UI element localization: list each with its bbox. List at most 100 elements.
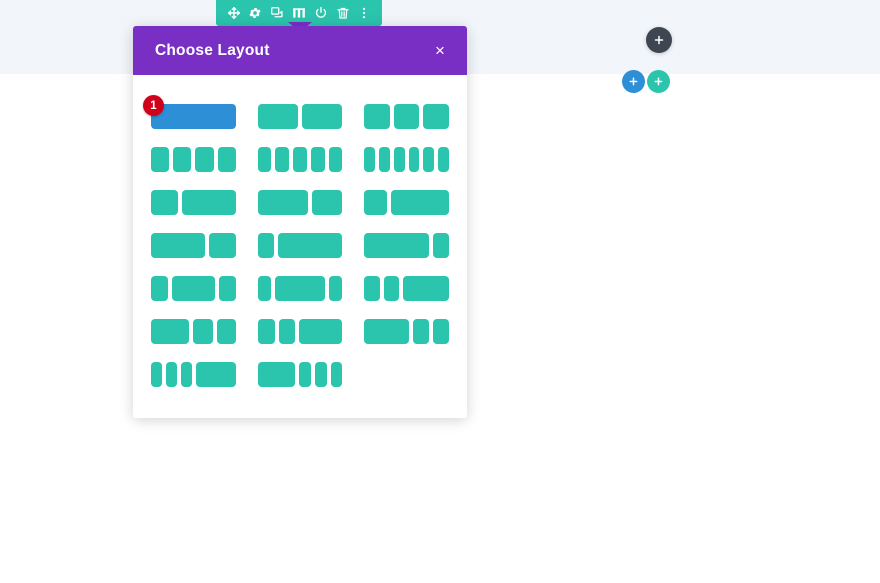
- layout-option-2-3__1-3[interactable]: [151, 224, 236, 267]
- layout-column-block: [364, 276, 380, 301]
- layout-column-block: [393, 147, 405, 172]
- layout-column-block: [208, 233, 236, 258]
- layout-column-block: [438, 147, 450, 172]
- layout-option-1-4__1-2__1-4[interactable]: [151, 267, 236, 310]
- layout-column-block: [193, 319, 213, 344]
- layout-option-6-col[interactable]: [364, 138, 450, 181]
- selected-layout-badge: 1: [143, 95, 164, 116]
- columns-layout-icon[interactable]: [291, 6, 306, 21]
- layout-column-block: [432, 233, 449, 258]
- choose-layout-modal: Choose Layout × 1: [133, 26, 467, 418]
- layout-preview: [364, 147, 450, 172]
- layout-column-block: [328, 147, 343, 172]
- layout-column-block: [379, 147, 390, 172]
- layout-option-4-5__1-5[interactable]: [364, 224, 449, 267]
- layout-column-block: [364, 104, 390, 129]
- layout-column-block: [330, 362, 343, 387]
- layout-option-1-col[interactable]: 1: [143, 95, 236, 138]
- power-icon[interactable]: [313, 6, 328, 21]
- layout-option-1-5__1-5__3-5[interactable]: [364, 267, 449, 310]
- layout-option-3x1-6__1-2[interactable]: [151, 353, 236, 396]
- layout-preview: [364, 104, 449, 129]
- layout-column-block: [364, 190, 387, 215]
- layout-column-block: [257, 319, 275, 344]
- layout-preview: [257, 362, 343, 387]
- close-icon[interactable]: ×: [431, 42, 449, 60]
- layout-option-3-5__2-5[interactable]: [257, 181, 343, 224]
- layout-column-block: [293, 147, 307, 172]
- layout-column-block: [412, 319, 429, 344]
- layout-column-block: [257, 190, 308, 215]
- layout-column-block: [217, 147, 236, 172]
- layout-preview: [151, 276, 236, 301]
- layout-column-block: [275, 147, 290, 172]
- layout-option-1-5__3-5__1-5[interactable]: [257, 267, 343, 310]
- layout-preview: [151, 319, 236, 344]
- layout-column-block: [180, 362, 192, 387]
- layout-column-block: [151, 147, 170, 172]
- layout-preview: [151, 362, 236, 387]
- layout-column-block: [218, 276, 236, 301]
- layout-column-block: [277, 233, 343, 258]
- layout-column-block: [165, 362, 177, 387]
- layout-option-1-3__2-3[interactable]: [151, 181, 236, 224]
- layout-option-1-4__3-4[interactable]: [364, 181, 449, 224]
- layout-column-block: [151, 233, 205, 258]
- layout-column-block: [364, 319, 409, 344]
- layout-column-block: [310, 147, 325, 172]
- layout-preview: [364, 319, 449, 344]
- add-row-button[interactable]: [622, 70, 645, 93]
- layout-option-1-4__1-4__1-2[interactable]: [257, 310, 343, 353]
- layout-column-block: [171, 276, 215, 301]
- layout-option-1-5__4-5[interactable]: [257, 224, 343, 267]
- layout-column-block: [257, 147, 272, 172]
- layout-column-block: [257, 276, 272, 301]
- layout-option-1-2__1-4__1-4[interactable]: [151, 310, 236, 353]
- layout-preview: [257, 104, 343, 129]
- layout-column-block: [257, 104, 298, 129]
- layout-option-1-2__3x1-6[interactable]: [257, 353, 343, 396]
- layout-option-empty-slot: [364, 353, 449, 396]
- layout-preview: [364, 233, 449, 258]
- layout-option-2-col[interactable]: [257, 95, 343, 138]
- layout-column-block: [315, 362, 327, 387]
- layout-option-3-col[interactable]: [364, 95, 449, 138]
- move-icon[interactable]: [226, 6, 241, 21]
- layout-preview: [257, 233, 343, 258]
- gear-icon[interactable]: [248, 6, 263, 21]
- layout-option-5-col[interactable]: [257, 138, 343, 181]
- layout-column-block: [364, 147, 376, 172]
- layout-preview: [151, 190, 236, 215]
- layout-column-block: [364, 233, 429, 258]
- layout-column-block: [151, 319, 190, 344]
- add-section-button[interactable]: [646, 27, 672, 53]
- layout-column-block: [432, 319, 449, 344]
- layout-column-block: [173, 147, 192, 172]
- layout-column-block: [195, 147, 214, 172]
- layout-column-block: [402, 276, 449, 301]
- layout-preview: [257, 147, 343, 172]
- layout-preview: [151, 147, 236, 172]
- layout-preview: [364, 190, 449, 215]
- layout-column-block: [311, 190, 343, 215]
- layout-column-block: [181, 190, 236, 215]
- layout-option-1-2__1-4__1-4-b[interactable]: [364, 310, 449, 353]
- layout-column-block: [383, 276, 399, 301]
- layout-preview: [364, 276, 449, 301]
- add-module-button[interactable]: [647, 70, 670, 93]
- layout-column-block: [408, 147, 420, 172]
- layout-preview: [257, 319, 343, 344]
- layout-column-block: [151, 276, 168, 301]
- layout-column-block: [302, 104, 343, 129]
- layout-column-block: [195, 362, 236, 387]
- more-options-icon[interactable]: [357, 6, 372, 21]
- layout-preview: [257, 276, 343, 301]
- layout-column-block: [423, 147, 435, 172]
- layout-options-grid: 1: [133, 75, 467, 418]
- layout-option-4-col[interactable]: [151, 138, 236, 181]
- layout-preview: [151, 233, 236, 258]
- layout-column-block: [257, 233, 274, 258]
- duplicate-icon[interactable]: [270, 6, 285, 21]
- trash-icon[interactable]: [335, 6, 350, 21]
- layout-column-block: [275, 276, 325, 301]
